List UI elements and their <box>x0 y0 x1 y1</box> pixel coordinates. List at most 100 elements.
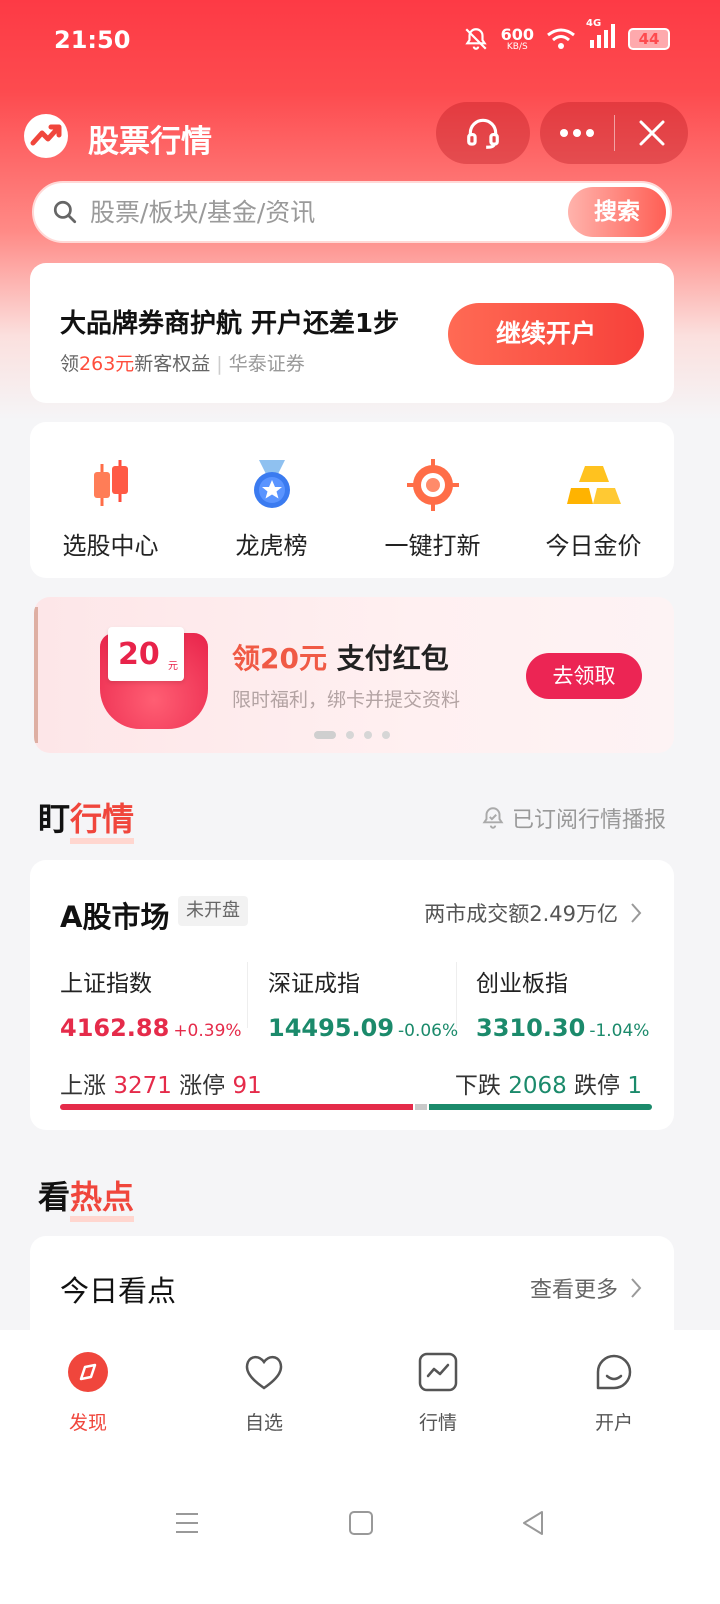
market-breadth-bar <box>60 1104 652 1110</box>
search-input[interactable] <box>90 193 510 231</box>
search-button[interactable]: 搜索 <box>568 187 666 237</box>
customer-service-button[interactable] <box>436 102 530 164</box>
search-bar: 搜索 <box>32 181 672 243</box>
back-nav-icon[interactable] <box>520 1510 546 1536</box>
advancers-stats: 上涨 3271 涨停 91 <box>60 1066 262 1100</box>
index-name: 深证成指 <box>268 971 360 997</box>
limit-down-label: 跌停 <box>574 1073 621 1099</box>
carousel-indicator <box>314 731 390 739</box>
app-header: 股票行情 <box>0 100 720 170</box>
index-price: 4162.88 <box>60 1014 170 1042</box>
chevron-right-icon <box>631 903 642 923</box>
breadth-up-segment <box>60 1104 413 1110</box>
home-nav-icon[interactable] <box>348 1510 374 1536</box>
section-title-highlight: 热点 <box>70 1178 135 1222</box>
more-button[interactable] <box>540 102 614 164</box>
search-icon <box>53 200 77 224</box>
quick-link-ipo[interactable]: 一键打新 <box>352 422 513 578</box>
tab-open-account[interactable]: 开户 <box>554 1350 674 1435</box>
index-divider <box>247 962 248 1028</box>
tab-market[interactable]: 行情 <box>378 1350 498 1435</box>
status-icons: 600 KB/S 4G 44 <box>463 18 670 54</box>
chart-icon <box>418 1352 458 1392</box>
account-opening-card[interactable]: 大品牌券商护航 开户还差1步 领263元新客权益 | 华泰证券 继续开户 <box>30 263 674 403</box>
smile-icon <box>596 1354 632 1390</box>
target-icon <box>406 459 459 511</box>
a-share-market-card[interactable]: A股市场 未开盘 两市成交额2.49万亿 上证指数 4162.88 +0.39% … <box>30 860 674 1130</box>
view-more-link[interactable]: 查看更多 <box>530 1272 642 1304</box>
section-title-prefix: 看 <box>38 1178 71 1216</box>
carousel-dot <box>364 731 372 739</box>
index-shanghai[interactable]: 上证指数 4162.88 +0.39% <box>60 964 260 1042</box>
index-shenzhen[interactable]: 深证成指 14495.09 -0.06% <box>268 964 468 1042</box>
compass-icon <box>68 1352 108 1392</box>
bottom-tab-bar: 发现 自选 行情 开户 <box>0 1330 720 1604</box>
tab-label: 开户 <box>594 1412 633 1434</box>
turnover-link[interactable]: 两市成交额2.49万亿 <box>424 898 642 928</box>
wifi-icon <box>547 28 575 49</box>
index-change: -1.04% <box>589 1021 650 1041</box>
close-icon <box>639 120 664 146</box>
index-change: +0.39% <box>173 1021 242 1041</box>
limit-down-count: 1 <box>627 1073 642 1099</box>
continue-opening-button[interactable]: 继续开户 <box>448 303 644 365</box>
quick-link-label: 一键打新 <box>384 532 481 560</box>
menu-nav-icon[interactable] <box>174 1510 200 1536</box>
quick-link-gold-price[interactable]: 今日金价 <box>513 422 674 578</box>
tab-label: 自选 <box>244 1412 283 1434</box>
up-label: 上涨 <box>60 1073 106 1099</box>
index-value: 14495.09 -0.06% <box>268 1014 468 1042</box>
tab-watchlist[interactable]: 自选 <box>204 1350 324 1435</box>
carousel-dot <box>382 731 390 739</box>
quick-link-dragon-tiger[interactable]: 龙虎榜 <box>191 422 352 578</box>
index-price: 14495.09 <box>268 1014 395 1042</box>
headset-icon <box>467 118 499 149</box>
coupon-unit: 元 <box>168 661 178 672</box>
network-speed-unit: KB/S <box>506 41 528 52</box>
index-value: 3310.30 -1.04% <box>476 1014 676 1042</box>
down-count: 2068 <box>508 1073 567 1099</box>
coupon-card: 20 元 <box>108 627 184 681</box>
index-name: 创业板指 <box>476 971 568 997</box>
coupon-value: 20 <box>118 637 160 672</box>
quick-link-stock-picker[interactable]: 选股中心 <box>30 422 191 578</box>
app-logo <box>24 114 68 158</box>
tab-discover[interactable]: 发现 <box>28 1350 148 1435</box>
view-more-label: 查看更多 <box>529 1278 618 1303</box>
section-title-highlight: 行情 <box>70 800 135 844</box>
banner-subtitle: 限时福利，绑卡并提交资料 <box>232 689 461 711</box>
red-packet-banner[interactable]: 20 元 领20元 支付红包 限时福利，绑卡并提交资料 去领取 <box>34 597 674 753</box>
promo-amount: 263元 <box>79 353 135 375</box>
carousel-dot <box>346 731 354 739</box>
network-type: 4G <box>586 18 602 29</box>
promo-sub-suffix: 新客权益 <box>134 353 211 375</box>
turnover-text: 两市成交额2.49万亿 <box>424 902 618 926</box>
quick-link-label: 今日金价 <box>545 532 642 560</box>
section-title-prefix: 盯 <box>38 800 71 838</box>
promo-sub-prefix: 领 <box>60 353 80 375</box>
claim-button[interactable]: 去领取 <box>526 653 642 699</box>
banner-title-black: 支付红包 <box>326 642 449 675</box>
promo-separator: | <box>216 353 223 375</box>
mini-program-capsule <box>540 102 688 164</box>
chevron-right-icon <box>631 1278 642 1298</box>
limit-up-label: 涨停 <box>179 1073 226 1099</box>
up-count: 3271 <box>113 1073 172 1099</box>
mute-bell-icon <box>464 28 487 50</box>
market-section-title: 盯行情 <box>38 794 135 844</box>
gold-bars-icon <box>566 466 621 504</box>
clock: 21:50 <box>54 26 131 54</box>
down-label: 下跌 <box>454 1073 501 1099</box>
banner-edge <box>34 607 38 743</box>
quick-link-label: 龙虎榜 <box>235 532 308 560</box>
close-button[interactable] <box>615 102 688 164</box>
hot-section-title: 看热点 <box>38 1172 135 1222</box>
index-price: 3310.30 <box>476 1014 586 1042</box>
breadth-flat-segment <box>414 1104 427 1110</box>
subscribe-label: 已订阅行情播报 <box>511 808 666 833</box>
network-speed-value: 600 <box>500 24 534 44</box>
system-navigation-bar <box>0 1500 720 1560</box>
index-chinext[interactable]: 创业板指 3310.30 -1.04% <box>476 964 676 1042</box>
subscribe-broadcast[interactable]: 已订阅行情播报 <box>480 802 666 834</box>
more-dots-icon <box>560 129 594 137</box>
